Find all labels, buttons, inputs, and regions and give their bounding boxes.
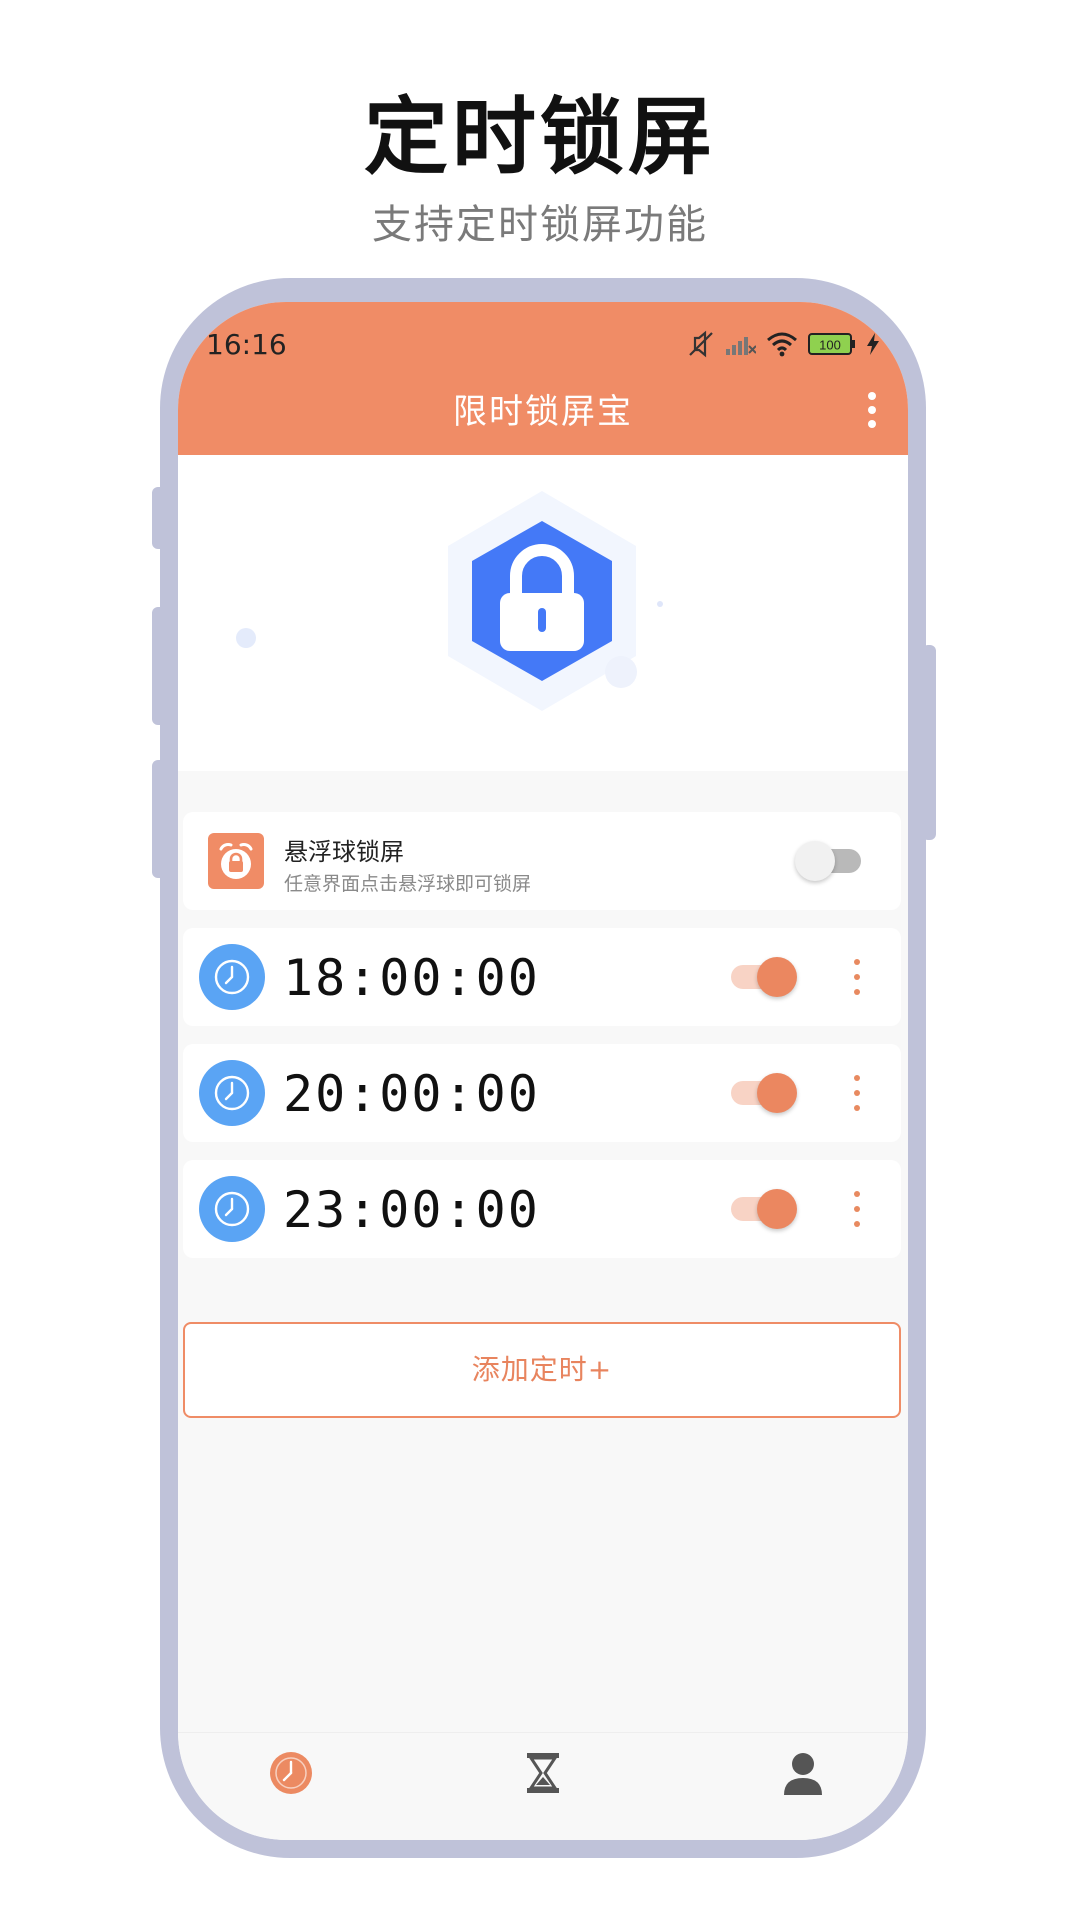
signal-icon (726, 337, 756, 355)
clock-icon (199, 1060, 265, 1126)
nav-user-icon[interactable] (782, 1751, 824, 1795)
alarm-lock-icon (208, 833, 264, 889)
promo-title: 定时锁屏 (363, 88, 716, 186)
app-header: 16:16 100 限时锁屏宝 (178, 302, 908, 455)
timer-time: 23:00:00 (283, 1181, 540, 1239)
floating-lock-description: 任意界面点击悬浮球即可锁屏 (284, 873, 532, 895)
add-timer-button[interactable]: 添加定时+ (183, 1322, 901, 1418)
timer-more-icon[interactable] (853, 1191, 861, 1227)
phone-frame: 16:16 100 限时锁屏宝 悬浮球锁屏 任意界面点击悬浮球即可锁屏 18:0… (160, 278, 926, 1858)
timer-row[interactable]: 20:00:00 (183, 1044, 901, 1142)
floating-lock-card: 悬浮球锁屏 任意界面点击悬浮球即可锁屏 (183, 812, 901, 910)
promo-subtitle: 支持定时锁屏功能 (372, 202, 708, 248)
battery-level: 100 (819, 338, 841, 353)
phone-screen: 16:16 100 限时锁屏宝 悬浮球锁屏 任意界面点击悬浮球即可锁屏 18:0… (178, 302, 908, 1840)
timer-time: 20:00:00 (283, 1065, 540, 1123)
timer-toggle[interactable] (731, 957, 797, 997)
timer-toggle[interactable] (731, 1073, 797, 1113)
app-title: 限时锁屏宝 (453, 392, 633, 432)
timer-more-icon[interactable] (853, 959, 861, 995)
lock-illustration (236, 491, 663, 711)
hero-banner (178, 455, 908, 771)
battery-icon: 100 (808, 333, 855, 355)
mute-icon (689, 330, 713, 358)
nav-clock-icon[interactable] (269, 1751, 313, 1795)
status-icons: 100 (686, 326, 880, 362)
wifi-icon (767, 332, 797, 357)
timer-time: 18:00:00 (283, 949, 540, 1007)
bottom-nav (178, 1732, 908, 1840)
overflow-menu-icon[interactable] (866, 392, 878, 428)
nav-hourglass-icon[interactable] (525, 1751, 561, 1795)
timer-row[interactable]: 18:00:00 (183, 928, 901, 1026)
floating-lock-title: 悬浮球锁屏 (284, 838, 404, 866)
timer-row[interactable]: 23:00:00 (183, 1160, 901, 1258)
timer-more-icon[interactable] (853, 1075, 861, 1111)
timer-toggle[interactable] (731, 1189, 797, 1229)
floating-lock-toggle[interactable] (795, 841, 861, 881)
clock-icon (199, 944, 265, 1010)
charging-icon (867, 333, 879, 355)
clock-icon (199, 1176, 265, 1242)
status-time: 16:16 (206, 328, 287, 361)
